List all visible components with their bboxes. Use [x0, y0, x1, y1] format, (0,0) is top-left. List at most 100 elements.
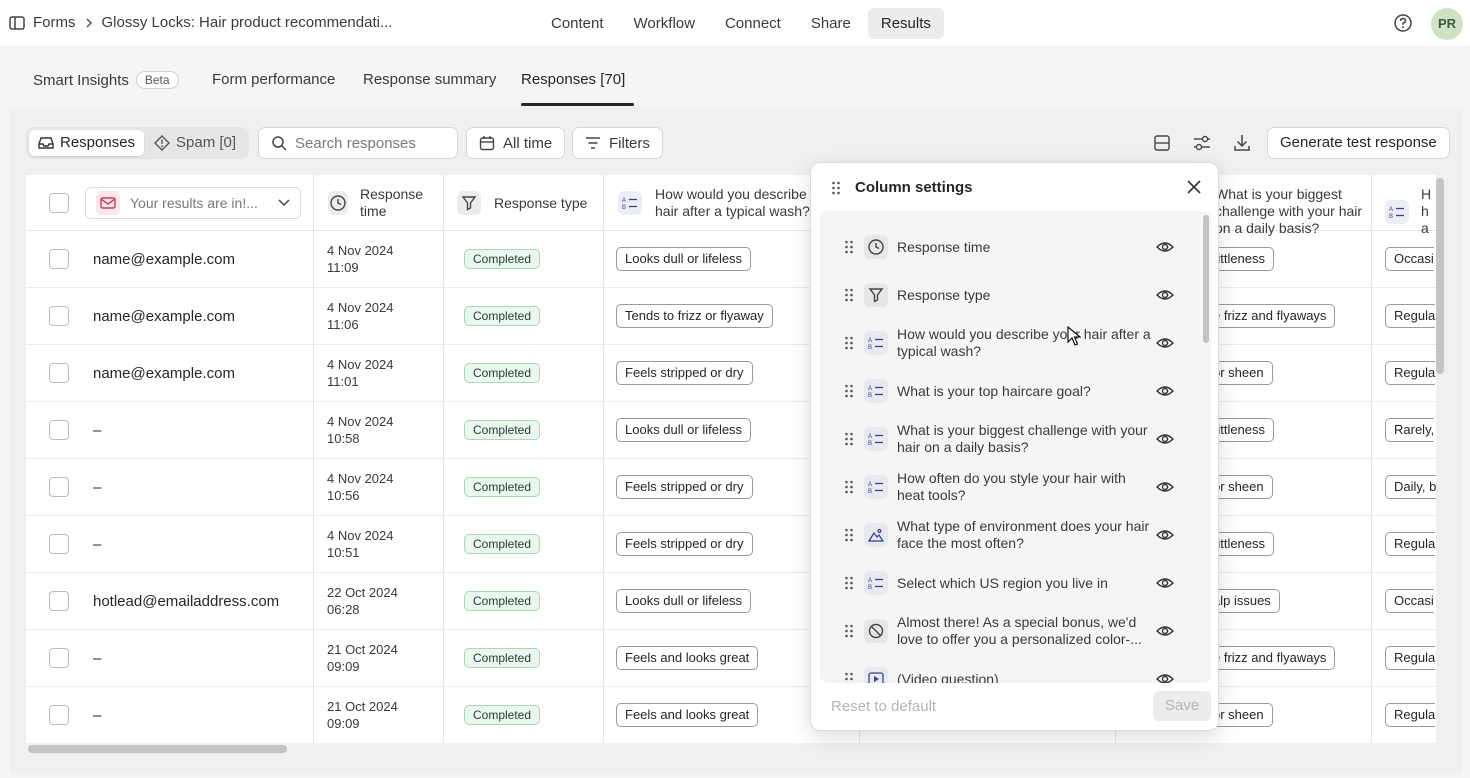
drag-handle-icon[interactable] — [844, 479, 854, 495]
svg-text:A: A — [868, 338, 872, 344]
horizontal-scrollbar[interactable] — [28, 745, 287, 753]
table-row[interactable]: – 4 Nov 2024 10:51 Completed Feels stripped … — [26, 516, 1436, 573]
close-icon[interactable] — [1186, 179, 1202, 195]
column-setting-item[interactable]: A B Select which US region you live in — [820, 559, 1200, 607]
nav-content[interactable]: Content — [538, 8, 617, 39]
drag-handle-icon[interactable] — [844, 287, 854, 303]
column-setting-label: How often do you style your hair with he… — [897, 470, 1126, 503]
header-challenge-question[interactable]: What is your biggest challenge with your… — [1215, 186, 1365, 237]
eye-icon[interactable] — [1156, 334, 1174, 352]
row-email: – — [93, 536, 102, 553]
filter-icon — [586, 137, 600, 149]
eye-icon[interactable] — [1156, 286, 1174, 304]
column-setting-item[interactable]: Almost there! As a special bonus, we'd l… — [820, 607, 1200, 655]
date-range-label: All time — [503, 134, 553, 152]
eye-icon[interactable] — [1156, 382, 1174, 400]
vertical-scrollbar[interactable] — [1436, 178, 1444, 374]
row-checkbox[interactable] — [49, 648, 69, 668]
row-checkbox[interactable] — [49, 249, 69, 269]
table-row[interactable]: name@example.com 4 Nov 2024 11:06 Completed… — [26, 288, 1436, 345]
breadcrumb-forms[interactable]: Forms — [33, 14, 76, 31]
column-setting-item[interactable]: What type of environment does your hair … — [820, 511, 1200, 559]
eye-icon[interactable] — [1156, 526, 1174, 544]
column-setting-item[interactable]: (Video question) — [820, 655, 1200, 683]
panel-scrollbar[interactable] — [1203, 215, 1209, 343]
column-setting-label: What is your biggest challenge with your… — [897, 422, 1148, 455]
responses-toggle[interactable]: Responses — [29, 130, 145, 156]
header-response-time[interactable]: Response time — [328, 186, 438, 220]
tab-responses[interactable]: Responses [70] — [521, 71, 625, 88]
table-row[interactable]: – 4 Nov 2024 10:56 Completed Feels stripped … — [26, 459, 1436, 516]
column-setting-item[interactable]: A B What is your biggest challenge with yo… — [820, 415, 1200, 463]
nav-workflow[interactable]: Workflow — [621, 8, 708, 39]
header-style-question[interactable]: AB H ha — [1385, 186, 1436, 237]
table-row[interactable]: name@example.com 4 Nov 2024 11:01 Completed… — [26, 345, 1436, 402]
column-setting-label: (Video question) — [897, 671, 999, 683]
row-checkbox[interactable] — [49, 420, 69, 440]
row-email: – — [93, 650, 102, 667]
row-checkbox[interactable] — [49, 363, 69, 383]
row-checkbox[interactable] — [49, 534, 69, 554]
table-row[interactable]: – 21 Oct 2024 09:09 Completed Feels and look… — [26, 687, 1436, 743]
column-setting-label: What is your top haircare goal? — [897, 383, 1091, 399]
table-row[interactable]: – 21 Oct 2024 09:09 Completed Feels and look… — [26, 630, 1436, 687]
table-row[interactable]: name@example.com 4 Nov 2024 11:09 Completed… — [26, 231, 1436, 288]
generate-test-response-button[interactable]: Generate test response — [1267, 127, 1450, 159]
email-column-selector[interactable]: Your results are in!... — [85, 187, 301, 219]
column-setting-item[interactable]: Response type — [820, 271, 1200, 319]
search-input[interactable]: Search responses — [258, 127, 458, 159]
column-setting-item[interactable]: Response time — [820, 223, 1200, 271]
drag-handle-icon[interactable] — [844, 239, 854, 255]
drag-handle-icon[interactable] — [844, 527, 854, 543]
header-response-type[interactable]: Response type — [457, 191, 587, 215]
spam-toggle[interactable]: Spam [0] — [145, 130, 245, 156]
row-email: – — [93, 479, 102, 496]
drag-handle-icon[interactable] — [844, 383, 854, 399]
style-answer-pill: Regula — [1385, 646, 1436, 670]
eye-icon[interactable] — [1156, 622, 1174, 640]
row-checkbox[interactable] — [49, 306, 69, 326]
help-icon[interactable] — [1393, 13, 1413, 33]
drag-handle-icon[interactable] — [844, 671, 854, 683]
drag-handle-icon[interactable] — [844, 623, 854, 639]
row-checkbox[interactable] — [49, 705, 69, 725]
row-checkbox[interactable] — [49, 477, 69, 497]
nav-connect[interactable]: Connect — [712, 8, 794, 39]
column-setting-label: How would you describe your hair after a… — [897, 326, 1151, 359]
column-setting-item[interactable]: A B How would you describe your hair after… — [820, 319, 1200, 367]
drag-handle-icon[interactable] — [831, 180, 841, 196]
reset-to-default-button[interactable]: Reset to default — [831, 698, 936, 715]
column-setting-item[interactable]: A B What is your top haircare goal? — [820, 367, 1200, 415]
eye-icon[interactable] — [1156, 430, 1174, 448]
column-setting-item[interactable]: A B How often do you style your hair with … — [820, 463, 1200, 511]
eye-icon[interactable] — [1156, 478, 1174, 496]
column-settings-icon[interactable] — [1192, 133, 1212, 153]
download-icon[interactable] — [1232, 133, 1252, 153]
tab-form-performance[interactable]: Form performance — [212, 71, 335, 88]
breadcrumb-form-title[interactable]: Glossy Locks: Hair product recommendati.… — [102, 14, 393, 31]
breadcrumb: Forms Glossy Locks: Hair product recomme… — [9, 14, 392, 31]
eye-icon[interactable] — [1156, 238, 1174, 256]
save-button[interactable]: Save — [1153, 691, 1212, 721]
nav-results[interactable]: Results — [867, 8, 944, 39]
filters-button[interactable]: Filters — [572, 127, 663, 159]
table-row[interactable]: hotlead@emailaddress.com 22 Oct 2024 06:28… — [26, 573, 1436, 630]
tab-smart-insights[interactable]: Smart Insights Beta — [33, 71, 179, 89]
table-row[interactable]: – 4 Nov 2024 10:58 Completed Looks dull or l… — [26, 402, 1436, 459]
select-all-checkbox[interactable] — [49, 193, 69, 213]
date-range-button[interactable]: All time — [466, 127, 566, 159]
drag-handle-icon[interactable] — [844, 335, 854, 351]
row-height-icon[interactable] — [1152, 133, 1172, 153]
tab-response-summary[interactable]: Response summary — [363, 71, 496, 88]
eye-icon[interactable] — [1156, 670, 1174, 683]
picture-choice-icon — [864, 523, 888, 547]
drag-handle-icon[interactable] — [844, 575, 854, 591]
nav-share[interactable]: Share — [798, 8, 864, 39]
row-checkbox[interactable] — [49, 591, 69, 611]
avatar[interactable]: PR — [1431, 8, 1463, 40]
drag-handle-icon[interactable] — [844, 431, 854, 447]
eye-icon[interactable] — [1156, 574, 1174, 592]
row-response-time: 4 Nov 2024 10:58 — [327, 413, 394, 447]
svg-text:B: B — [868, 585, 872, 590]
multiple-choice-icon: AB — [864, 571, 888, 595]
